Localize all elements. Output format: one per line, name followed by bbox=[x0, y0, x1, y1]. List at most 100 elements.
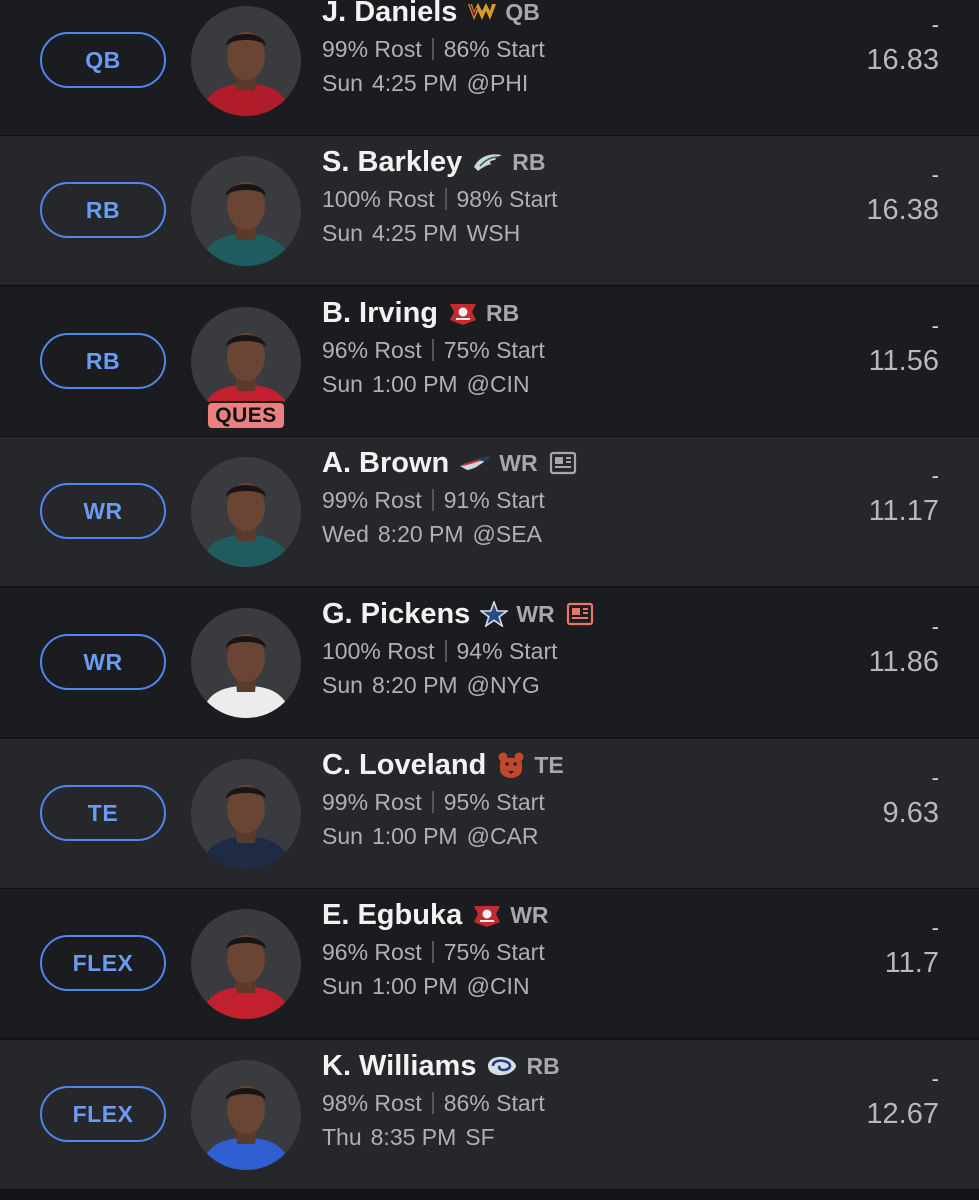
started-percent: 91% Start bbox=[443, 487, 545, 513]
opponent: @CIN bbox=[466, 973, 530, 999]
divider bbox=[431, 339, 434, 361]
actual-points: - bbox=[931, 614, 939, 639]
player-silhouette-icon bbox=[201, 634, 291, 718]
player-info: K. Williams RB 98% Rost 86% Start Thu 8:3… bbox=[322, 1048, 560, 1154]
player-row[interactable]: QB J. Daniels QB 99% Rost 86% Start Sun … bbox=[0, 0, 979, 136]
lineup-slot-button[interactable]: WR bbox=[40, 634, 166, 690]
divider bbox=[431, 38, 434, 60]
player-silhouette-icon bbox=[201, 935, 291, 1019]
game-day: Thu bbox=[322, 1124, 362, 1150]
opponent: SF bbox=[465, 1124, 495, 1150]
player-silhouette-icon bbox=[201, 32, 291, 116]
actual-points: - bbox=[931, 915, 939, 940]
game-day: Wed bbox=[322, 521, 369, 547]
projected-points: 11.56 bbox=[868, 345, 939, 377]
opponent: @PHI bbox=[466, 70, 529, 96]
player-headshot[interactable] bbox=[191, 608, 301, 718]
player-name-link[interactable]: K. Williams bbox=[322, 1050, 476, 1083]
player-name-link[interactable]: A. Brown bbox=[322, 447, 449, 480]
player-headshot[interactable] bbox=[191, 457, 301, 567]
actual-points: - bbox=[931, 765, 939, 790]
rostered-percent: 100% Rost bbox=[322, 186, 435, 212]
game-time: 1:00 PM bbox=[371, 371, 458, 397]
player-row[interactable]: TE C. Loveland TE 99% Rost 95% Start Sun… bbox=[0, 739, 979, 889]
player-row[interactable]: RB QUES B. Irving RB 96% Rost 75% Start bbox=[0, 287, 979, 437]
news-icon[interactable] bbox=[548, 450, 578, 476]
started-percent: 86% Start bbox=[443, 1090, 545, 1116]
player-row[interactable]: RB S. Barkley RB 100% Rost 98% Start Sun… bbox=[0, 136, 979, 286]
game-day: Sun bbox=[322, 70, 363, 96]
eagles-logo-icon bbox=[472, 151, 504, 173]
projected-points: 16.83 bbox=[866, 44, 939, 76]
position-label: WR bbox=[499, 449, 538, 476]
opponent: WSH bbox=[466, 220, 521, 246]
player-name-link[interactable]: J. Daniels bbox=[322, 0, 457, 29]
player-name-link[interactable]: S. Barkley bbox=[322, 146, 462, 179]
position-label: WR bbox=[510, 901, 549, 928]
player-row[interactable]: WR G. Pickens WR 100% Rost 94% Start Sun… bbox=[0, 588, 979, 738]
started-percent: 98% Start bbox=[456, 186, 558, 212]
game-time: 4:25 PM bbox=[371, 220, 458, 246]
player-info: G. Pickens WR 100% Rost 94% Start Sun 8:2… bbox=[322, 596, 595, 702]
cowboys-logo-icon bbox=[480, 601, 509, 627]
player-row[interactable]: FLEX K. Williams RB 98% Rost 86% Start T… bbox=[0, 1040, 979, 1190]
player-name-link[interactable]: C. Loveland bbox=[322, 749, 486, 782]
game-time: 1:00 PM bbox=[371, 823, 458, 849]
player-silhouette-icon bbox=[201, 182, 291, 266]
game-time: 8:20 PM bbox=[371, 672, 458, 698]
game-time: 4:25 PM bbox=[371, 70, 458, 96]
rostered-percent: 99% Rost bbox=[322, 789, 422, 815]
projected-points: 11.86 bbox=[868, 646, 939, 678]
opponent: @CAR bbox=[466, 823, 539, 849]
buccaneers-logo-icon bbox=[472, 902, 502, 928]
position-label: TE bbox=[534, 751, 564, 778]
projected-points: 11.7 bbox=[884, 947, 939, 979]
rostered-percent: 99% Rost bbox=[322, 36, 422, 62]
lineup-slot-button[interactable]: RB bbox=[40, 333, 166, 389]
actual-points: - bbox=[931, 313, 939, 338]
player-headshot[interactable] bbox=[191, 6, 301, 116]
game-time: 8:35 PM bbox=[370, 1124, 457, 1150]
player-headshot[interactable] bbox=[191, 909, 301, 1019]
player-silhouette-icon bbox=[201, 1086, 291, 1170]
player-row[interactable]: FLEX E. Egbuka WR 96% Rost 75% Start Sun… bbox=[0, 889, 979, 1039]
divider bbox=[444, 188, 447, 210]
divider bbox=[431, 791, 434, 813]
position-label: RB bbox=[512, 148, 546, 175]
lineup-slot-button[interactable]: FLEX bbox=[40, 935, 166, 991]
rostered-percent: 96% Rost bbox=[322, 939, 422, 965]
projected-points: 11.17 bbox=[868, 495, 939, 527]
projected-points: 16.38 bbox=[866, 194, 939, 226]
lineup-slot-button[interactable]: FLEX bbox=[40, 1086, 166, 1142]
game-time: 1:00 PM bbox=[371, 973, 458, 999]
game-day: Sun bbox=[322, 371, 363, 397]
buccaneers-logo-icon bbox=[448, 300, 478, 326]
opponent: @SEA bbox=[472, 521, 542, 547]
game-day: Sun bbox=[322, 973, 363, 999]
player-headshot[interactable] bbox=[191, 156, 301, 266]
news-alert-icon[interactable] bbox=[565, 601, 595, 627]
roster-list: QB J. Daniels QB 99% Rost 86% Start Sun … bbox=[0, 0, 979, 1200]
lineup-slot-button[interactable]: RB bbox=[40, 182, 166, 238]
player-headshot[interactable] bbox=[191, 1060, 301, 1170]
player-row[interactable]: WR A. Brown WR 99% Rost 91% Start Wed 8:… bbox=[0, 437, 979, 587]
player-name-link[interactable]: G. Pickens bbox=[322, 598, 470, 631]
rostered-percent: 96% Rost bbox=[322, 337, 422, 363]
divider bbox=[431, 1092, 434, 1114]
lineup-slot-button[interactable]: QB bbox=[40, 32, 166, 88]
player-silhouette-icon bbox=[201, 483, 291, 567]
actual-points: - bbox=[931, 463, 939, 488]
game-day: Sun bbox=[322, 823, 363, 849]
divider bbox=[431, 941, 434, 963]
player-headshot[interactable] bbox=[191, 759, 301, 869]
started-percent: 86% Start bbox=[443, 36, 545, 62]
player-name-link[interactable]: B. Irving bbox=[322, 297, 438, 330]
started-percent: 95% Start bbox=[443, 789, 545, 815]
player-info: S. Barkley RB 100% Rost 98% Start Sun 4:2… bbox=[322, 144, 558, 250]
player-name-link[interactable]: E. Egbuka bbox=[322, 899, 462, 932]
lineup-slot-button[interactable]: TE bbox=[40, 785, 166, 841]
lineup-slot-button[interactable]: WR bbox=[40, 483, 166, 539]
commanders-logo-icon bbox=[467, 1, 497, 23]
rostered-percent: 99% Rost bbox=[322, 487, 422, 513]
player-info: A. Brown WR 99% Rost 91% Start Wed 8:20 P… bbox=[322, 445, 578, 551]
